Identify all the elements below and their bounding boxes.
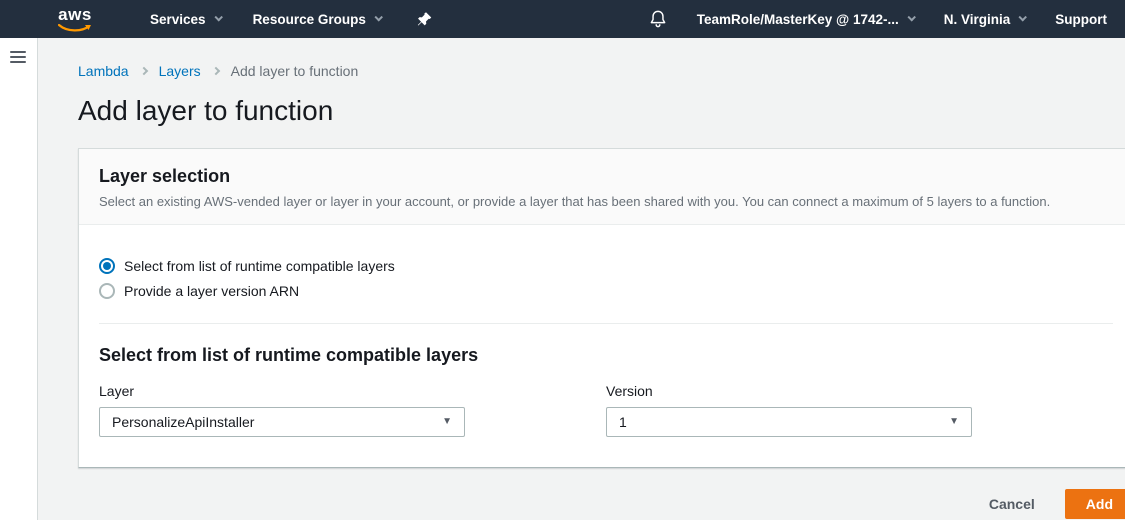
panel-body: Select from list of runtime compatible l… <box>79 225 1125 467</box>
notifications-bell-icon[interactable] <box>649 9 667 29</box>
breadcrumb-link-layers[interactable]: Layers <box>159 63 201 79</box>
radio-label: Provide a layer version ARN <box>124 283 299 299</box>
region-menu[interactable]: N. Virginia <box>944 12 1026 27</box>
services-menu-label: Services <box>150 12 206 27</box>
resource-groups-menu-label: Resource Groups <box>253 12 366 27</box>
breadcrumb: Lambda Layers Add layer to function <box>78 63 1125 79</box>
radio-label: Select from list of runtime compatible l… <box>124 258 395 274</box>
layer-selection-panel: Layer selection Select an existing AWS-v… <box>78 148 1125 468</box>
aws-logo-text: aws <box>55 6 95 23</box>
section-title: Select from list of runtime compatible l… <box>99 345 1113 366</box>
panel-header: Layer selection Select an existing AWS-v… <box>79 149 1125 225</box>
cancel-button[interactable]: Cancel <box>989 496 1035 512</box>
account-menu-label: TeamRole/MasterKey @ 1742-... <box>697 12 899 27</box>
layer-field: Layer PersonalizeApiInstaller ▼ <box>99 383 606 437</box>
radio-unselected-icon <box>99 283 115 299</box>
services-menu[interactable]: Services <box>150 12 221 27</box>
panel-description: Select an existing AWS-vended layer or l… <box>99 194 1113 209</box>
resource-groups-menu[interactable]: Resource Groups <box>253 12 381 27</box>
support-menu[interactable]: Support <box>1055 12 1107 27</box>
layer-select-value: PersonalizeApiInstaller <box>112 414 254 430</box>
chevron-down-icon <box>374 13 382 21</box>
hamburger-menu-icon[interactable] <box>10 51 26 63</box>
section-divider <box>99 323 1113 324</box>
form-fields: Layer PersonalizeApiInstaller ▼ Version … <box>99 383 1113 437</box>
layer-field-label: Layer <box>99 383 606 399</box>
side-nav <box>0 38 38 520</box>
layer-select[interactable]: PersonalizeApiInstaller ▼ <box>99 407 465 437</box>
panel-title: Layer selection <box>99 166 1113 187</box>
chevron-right-icon <box>139 67 147 75</box>
dropdown-caret-icon: ▼ <box>442 417 452 427</box>
footer-actions: Cancel Add <box>78 489 1125 519</box>
chevron-down-icon <box>907 13 915 21</box>
pushpin-icon[interactable] <box>417 11 432 28</box>
version-select[interactable]: 1 ▼ <box>606 407 972 437</box>
aws-logo[interactable]: aws <box>55 6 95 32</box>
breadcrumb-current: Add layer to function <box>231 63 359 79</box>
version-field: Version 1 ▼ <box>606 383 1113 437</box>
version-select-value: 1 <box>619 414 627 430</box>
support-menu-label: Support <box>1055 12 1107 27</box>
layer-source-radio-group: Select from list of runtime compatible l… <box>99 258 1113 299</box>
breadcrumb-link-lambda[interactable]: Lambda <box>78 63 129 79</box>
chevron-right-icon <box>211 67 219 75</box>
radio-layer-version-arn[interactable]: Provide a layer version ARN <box>99 283 1113 299</box>
main-content: Lambda Layers Add layer to function Add … <box>38 38 1125 520</box>
add-button[interactable]: Add <box>1065 489 1125 519</box>
region-menu-label: N. Virginia <box>944 12 1011 27</box>
radio-selected-icon <box>99 258 115 274</box>
radio-runtime-compatible-layers[interactable]: Select from list of runtime compatible l… <box>99 258 1113 274</box>
account-menu[interactable]: TeamRole/MasterKey @ 1742-... <box>697 12 914 27</box>
chevron-down-icon <box>214 13 222 21</box>
page-title: Add layer to function <box>78 95 1125 127</box>
version-field-label: Version <box>606 383 1113 399</box>
aws-smile-icon <box>58 24 92 33</box>
chevron-down-icon <box>1019 13 1027 21</box>
dropdown-caret-icon: ▼ <box>949 417 959 427</box>
top-nav-bar: aws Services Resource Groups TeamRole/Ma… <box>0 0 1125 38</box>
